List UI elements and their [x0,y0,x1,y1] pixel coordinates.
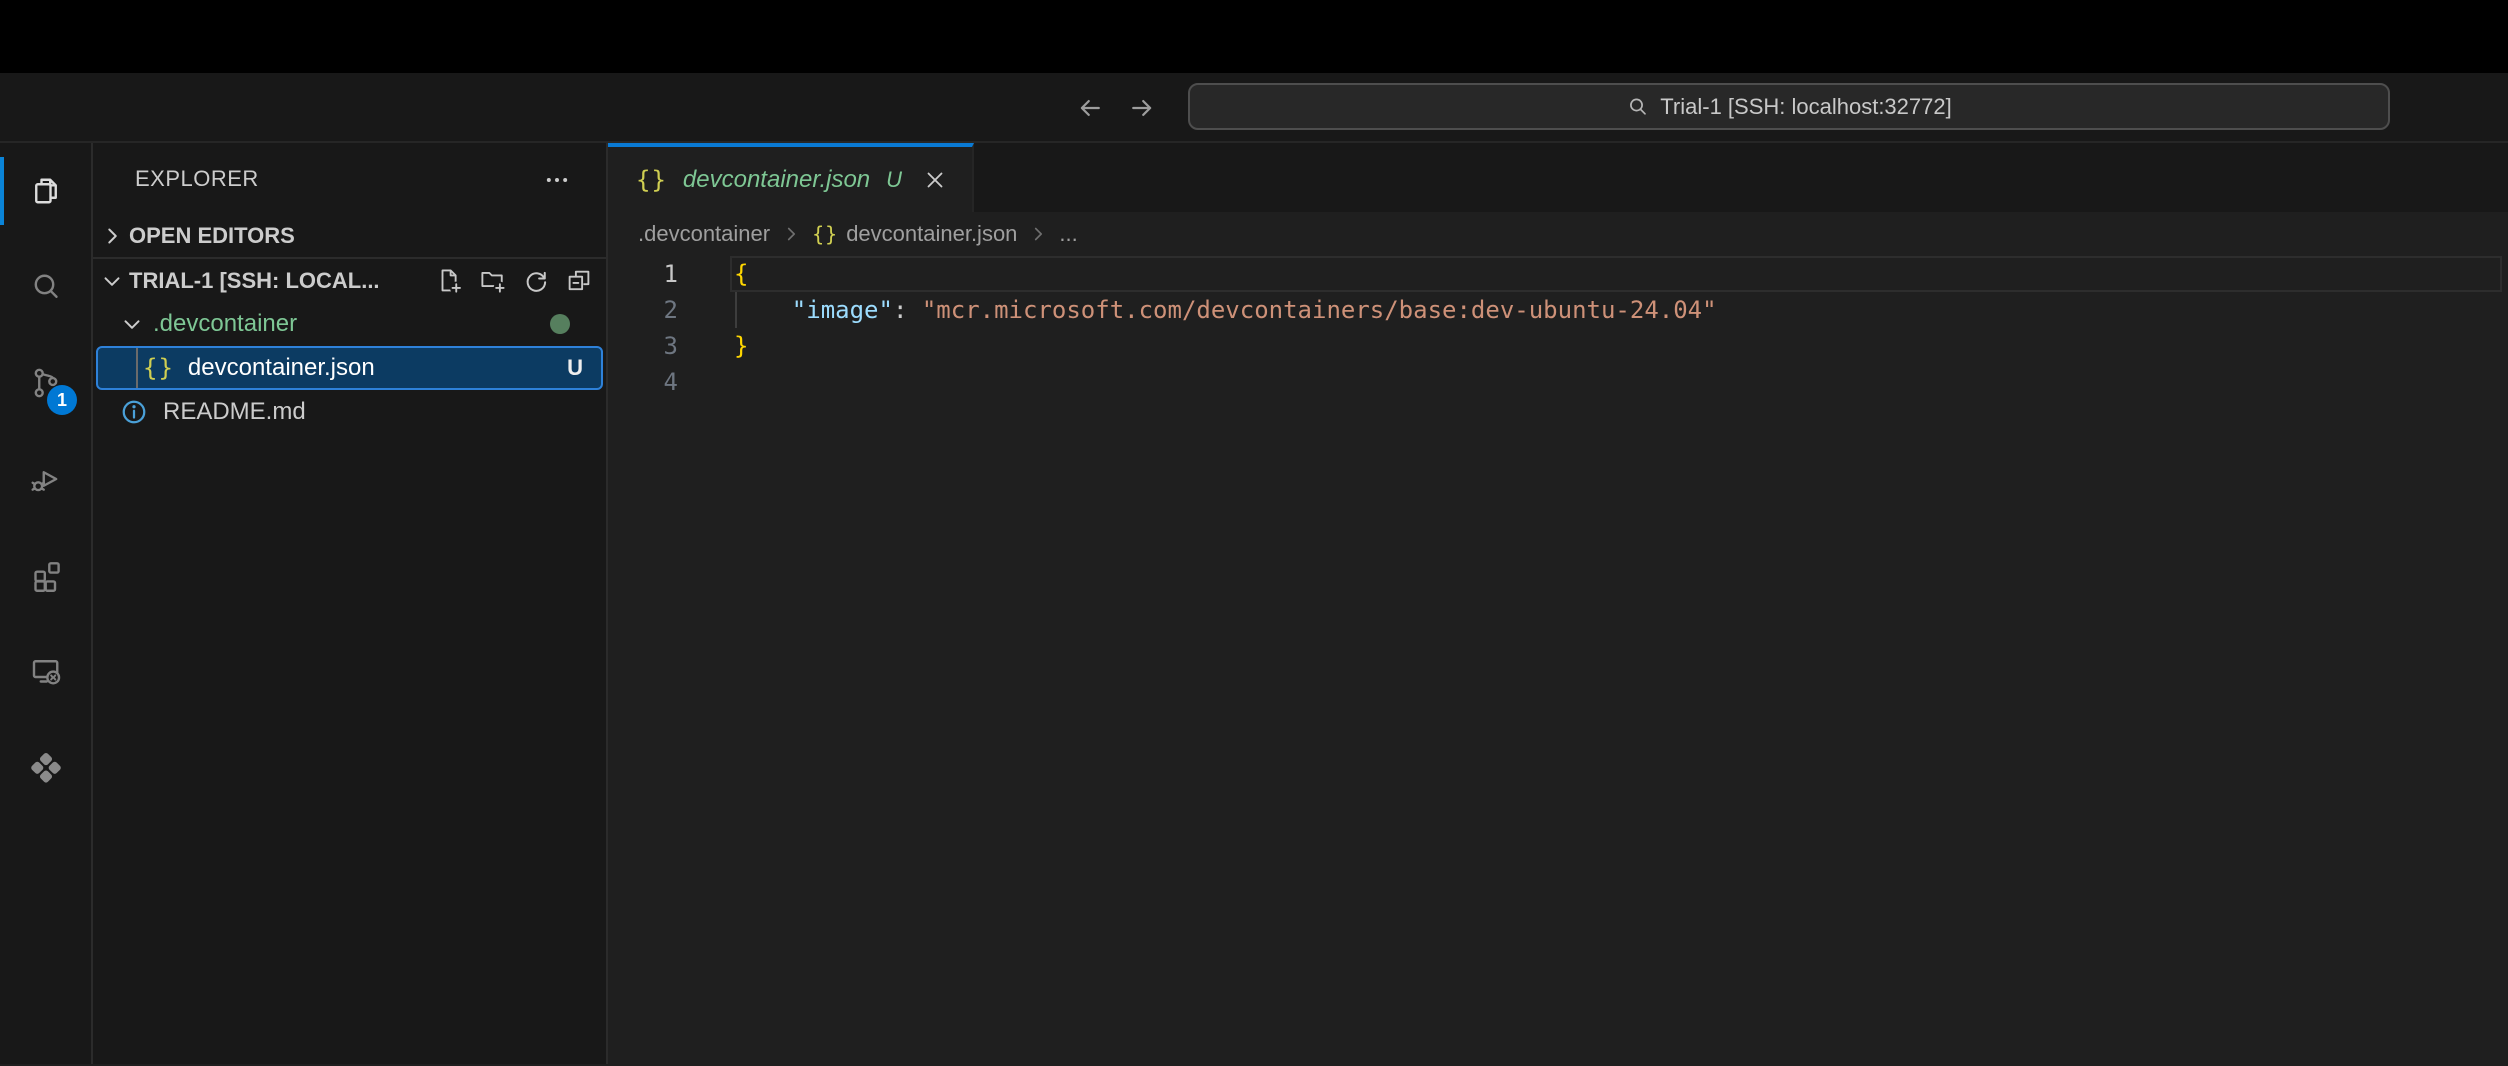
chevron-down-icon [119,311,145,337]
json-file-icon: {} [143,354,174,382]
folder-label: .devcontainer [153,310,297,338]
line-number: 4 [608,364,678,400]
activity-source-control[interactable]: 1 [0,335,91,431]
code-line-1: 1 { [608,256,2508,292]
activity-search[interactable] [0,239,91,335]
tab-git-badge: U [886,167,902,193]
command-center-label: Trial-1 [SSH: localhost:32772] [1660,94,1951,120]
tab-devcontainer-json[interactable]: {} devcontainer.json U [608,143,974,212]
activity-remote-explorer[interactable] [0,623,91,719]
tree-item-readme[interactable]: README.md [93,390,606,434]
json-file-icon: {} [636,166,667,194]
arrow-right-icon [1127,93,1157,123]
dev-containers-icon [27,748,65,786]
breadcrumbs: .devcontainer {} devcontainer.json ... [608,212,2508,256]
code-token: : [893,296,922,324]
breadcrumb-file[interactable]: devcontainer.json [846,221,1017,247]
tab-bar: {} devcontainer.json U [608,143,2508,212]
open-editors-section[interactable]: OPEN EDITORS [93,215,606,257]
title-bar: Trial-1 [SSH: localhost:32772] [0,73,2508,143]
activity-bar: 1 [0,143,93,1064]
workspace-label: TRIAL-1 [SSH: LOCAL... [129,268,380,294]
tree-item-devcontainer-folder[interactable]: .devcontainer [93,302,606,346]
code-line-2: 2 "image": "mcr.microsoft.com/devcontain… [608,292,2508,328]
activity-extensions[interactable] [0,527,91,623]
arrow-left-icon [1075,93,1105,123]
code-token: { [734,260,748,288]
json-file-icon: {} [812,222,838,246]
breadcrumb-folder[interactable]: .devcontainer [638,221,770,247]
activity-run-debug[interactable] [0,431,91,527]
file-label: README.md [163,398,306,426]
collapse-all-button[interactable] [564,266,594,296]
tab-label: devcontainer.json [683,166,870,194]
command-center[interactable]: Trial-1 [SSH: localhost:32772] [1188,83,2390,130]
files-icon [28,173,64,209]
chevron-right-icon [1027,223,1049,245]
extensions-icon [28,557,64,593]
activity-explorer[interactable] [0,143,91,239]
code-token: "image" [792,296,893,324]
code-token: "mcr.microsoft.com/devcontainers/base:de… [922,296,1717,324]
navigate-forward-button[interactable] [1124,90,1160,126]
code-editor[interactable]: 1 { 2 "image": "mcr.microsoft.com/devcon… [608,256,2508,1064]
macos-top-strip [0,0,2508,73]
views-and-more-actions-button[interactable] [540,165,574,195]
navigate-back-button[interactable] [1072,90,1108,126]
sidebar-title: EXPLORER [135,166,259,192]
tree-item-devcontainer-json[interactable]: {} devcontainer.json U [96,346,603,390]
readme-info-icon [119,397,149,427]
breadcrumb-symbol[interactable]: ... [1059,221,1077,247]
code-line-3: 3 } [608,328,2508,364]
debug-icon [28,461,64,497]
line-number: 1 [608,256,678,292]
search-icon [1626,95,1650,119]
chevron-down-icon [99,268,129,294]
code-token [734,296,792,324]
file-tree: .devcontainer {} devcontainer.json U REA… [93,302,606,434]
vscode-window: Trial-1 [SSH: localhost:32772] [0,0,2508,1066]
source-control-badge: 1 [47,385,77,415]
chevron-right-icon [99,223,129,249]
activity-dev-containers[interactable] [0,719,91,815]
remote-explorer-icon [28,653,64,689]
file-label: devcontainer.json [188,354,375,382]
close-icon[interactable] [920,165,950,195]
modified-dot-badge [550,314,570,334]
code-token: } [734,332,748,360]
explorer-sidebar: EXPLORER OPEN EDITORS TRIAL-1 [SSH: LOCA… [93,143,608,1064]
refresh-button[interactable] [521,266,551,296]
workspace-section-header[interactable]: TRIAL-1 [SSH: LOCAL... [93,257,606,302]
search-icon [28,269,64,305]
new-folder-button[interactable] [478,266,508,296]
git-untracked-badge: U [567,355,583,381]
indent-guide [136,348,138,388]
new-file-button[interactable] [435,266,465,296]
line-number: 2 [608,292,678,328]
editor-group: {} devcontainer.json U .devcontainer {} … [608,143,2508,1064]
open-editors-label: OPEN EDITORS [129,223,295,249]
chevron-right-icon [780,223,802,245]
line-number: 3 [608,328,678,364]
code-line-4: 4 [608,364,2508,400]
